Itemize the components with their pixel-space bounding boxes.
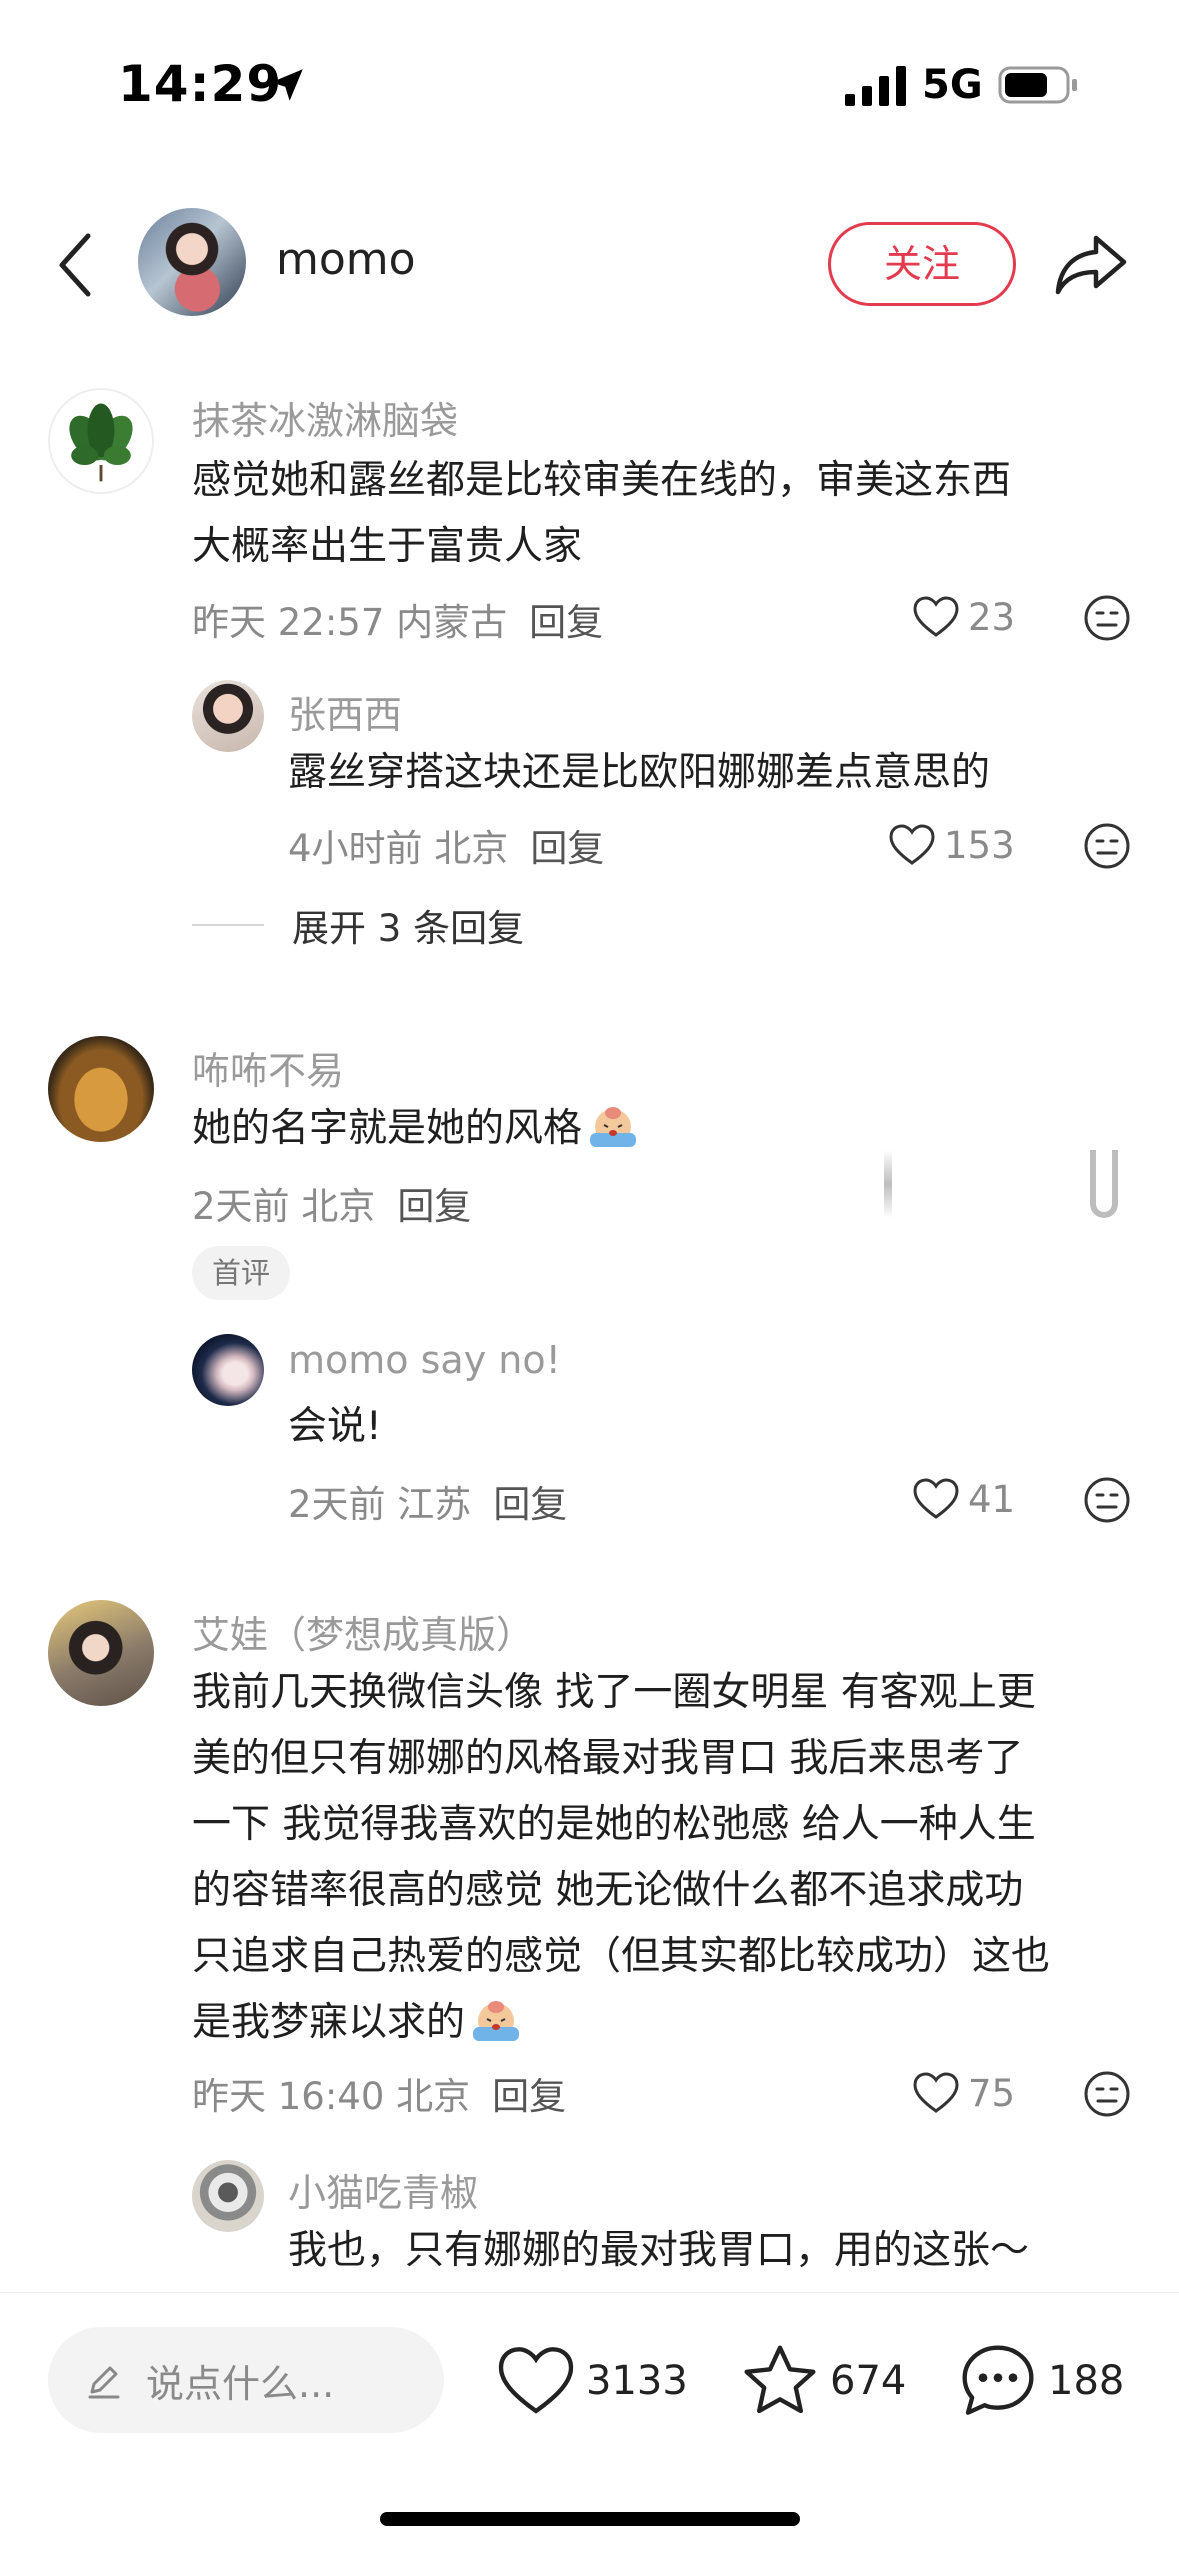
chat-bubble-icon bbox=[962, 2345, 1034, 2415]
comment-avatar[interactable] bbox=[48, 1600, 154, 1706]
post-like-count: 3133 bbox=[586, 2358, 688, 2404]
follow-button[interactable]: 关注 bbox=[828, 222, 1016, 306]
scroll-indicator bbox=[1090, 1150, 1118, 1218]
home-indicator[interactable] bbox=[380, 2512, 800, 2526]
comment-text-line: 的容错率很高的感觉 她无论做什么都不追求成功 bbox=[192, 1868, 1024, 1913]
first-comment-badge: 首评 bbox=[192, 1246, 290, 1300]
crying-emoji-icon bbox=[473, 2001, 520, 2041]
reply-text: 会说! bbox=[288, 1404, 382, 1449]
dislike-face-icon[interactable] bbox=[1083, 594, 1131, 642]
comment-avatar[interactable] bbox=[48, 1036, 154, 1142]
comment-time-location: 2天前 北京 bbox=[192, 1185, 376, 1228]
comment-text-line: 一下 我觉得我喜欢的是她的松弛感 给人一种人生 bbox=[192, 1802, 1036, 1847]
heart-icon bbox=[913, 596, 959, 637]
battery-icon bbox=[998, 66, 1077, 104]
expand-replies-button[interactable]: 展开 3 条回复 bbox=[192, 900, 524, 950]
like-button[interactable]: 75 bbox=[912, 2068, 1015, 2118]
comment-text: 感觉她和露丝都是比较审美在线的，审美这东西 大概率出生于富贵人家 bbox=[192, 448, 1011, 580]
reply-time-location: 4小时前 北京 bbox=[288, 827, 509, 870]
reply-button[interactable]: 回复 bbox=[529, 601, 603, 644]
crying-emoji-icon bbox=[590, 1107, 637, 1147]
reply-username[interactable]: 小猫吃青椒 bbox=[288, 2162, 478, 2217]
reply-button[interactable]: 回复 bbox=[397, 1185, 471, 1228]
post-favorite-count: 674 bbox=[830, 2358, 907, 2404]
comment-text-line: 她的名字就是她的风格 bbox=[192, 1106, 583, 1151]
reply-username[interactable]: 张西西 bbox=[288, 684, 402, 739]
comment-text-line: 大概率出生于富贵人家 bbox=[192, 524, 583, 569]
comment-meta: 昨天 16:40 北京 回复 bbox=[192, 2066, 566, 2120]
reply-avatar[interactable] bbox=[192, 2160, 264, 2232]
star-icon bbox=[744, 2345, 816, 2414]
heart-icon bbox=[913, 1478, 959, 1519]
reply-button[interactable]: 回复 bbox=[493, 1483, 567, 1526]
comment-text-line: 是我梦寐以求的 bbox=[192, 2000, 466, 2045]
network-type: 5G bbox=[922, 62, 983, 108]
reply-avatar[interactable] bbox=[192, 680, 264, 752]
expand-divider bbox=[192, 924, 264, 926]
reply-button[interactable]: 回复 bbox=[530, 827, 604, 870]
author-name[interactable]: momo bbox=[276, 234, 416, 285]
like-count: 153 bbox=[944, 823, 1015, 867]
comment-meta: 2天前 北京 回复 bbox=[192, 1176, 471, 1230]
dislike-face-icon[interactable] bbox=[1083, 2070, 1131, 2118]
share-icon[interactable] bbox=[1054, 230, 1128, 300]
post-comment-button[interactable]: 188 bbox=[958, 2337, 1124, 2425]
post-like-button[interactable]: 3133 bbox=[496, 2337, 688, 2425]
cellular-signal-icon bbox=[845, 66, 906, 106]
scroll-indicator bbox=[884, 1150, 892, 1218]
post-header: momo 关注 bbox=[0, 190, 1179, 340]
reply-avatar[interactable] bbox=[192, 1334, 264, 1406]
like-button[interactable]: 23 bbox=[912, 592, 1015, 642]
comment-username[interactable]: 艾娃（梦想成真版） bbox=[192, 1604, 534, 1659]
pencil-icon bbox=[88, 2366, 120, 2399]
expand-replies-label: 展开 3 条回复 bbox=[292, 907, 525, 950]
heart-icon bbox=[913, 2072, 959, 2113]
post-favorite-button[interactable]: 674 bbox=[740, 2337, 906, 2425]
location-arrow-icon bbox=[271, 69, 303, 101]
leaf-avatar-icon bbox=[69, 403, 133, 482]
comment-input-placeholder: 说点什么... bbox=[146, 2361, 335, 2406]
back-arrow-icon[interactable] bbox=[50, 230, 100, 300]
comment-text: 我前几天换微信头像 找了一圈女明星 有客观上更 美的但只有娜娜的风格最对我胃口 … bbox=[192, 1660, 1050, 2056]
status-time: 14:29 bbox=[118, 55, 283, 113]
comment-avatar[interactable] bbox=[48, 388, 154, 494]
reply-text: 露丝穿搭这块还是比欧阳娜娜差点意思的 bbox=[288, 750, 991, 795]
like-count: 75 bbox=[968, 2071, 1016, 2115]
comment-text-line: 我前几天换微信头像 找了一圈女明星 有客观上更 bbox=[192, 1670, 1036, 1715]
post-comment-count: 188 bbox=[1048, 2358, 1125, 2404]
author-avatar[interactable] bbox=[138, 208, 246, 316]
heart-icon bbox=[498, 2347, 574, 2414]
reply-meta: 2天前 江苏 回复 bbox=[288, 1474, 567, 1528]
comment-text-line: 感觉她和露丝都是比较审美在线的，审美这东西 bbox=[192, 458, 1012, 503]
heart-icon bbox=[889, 824, 935, 865]
reply-username[interactable]: momo say no! bbox=[288, 1338, 561, 1382]
status-bar: 14:29 5G bbox=[0, 0, 1179, 170]
comment-meta: 昨天 22:57 内蒙古 回复 bbox=[192, 592, 603, 646]
comment-text: 她的名字就是她的风格 bbox=[192, 1096, 640, 1162]
like-button[interactable]: 153 bbox=[888, 820, 1015, 870]
dislike-face-icon[interactable] bbox=[1083, 822, 1131, 870]
comment-time-location: 昨天 22:57 内蒙古 bbox=[192, 601, 508, 644]
comment-input[interactable]: 说点什么... bbox=[48, 2327, 444, 2433]
comment-text-line: 美的但只有娜娜的风格最对我胃口 我后来思考了 bbox=[192, 1736, 1024, 1781]
comment-username[interactable]: 抹茶冰激淋脑袋 bbox=[192, 390, 458, 445]
reply-meta: 4小时前 北京 回复 bbox=[288, 818, 604, 872]
like-count: 41 bbox=[968, 1477, 1016, 1521]
reply-button[interactable]: 回复 bbox=[492, 2075, 566, 2118]
dislike-face-icon[interactable] bbox=[1083, 1476, 1131, 1524]
reply-time-location: 2天前 江苏 bbox=[288, 1483, 472, 1526]
comment-username[interactable]: 咘咘不易 bbox=[192, 1040, 344, 1095]
comment-text-line: 只追求自己热爱的感觉（但其实都比较成功）这也 bbox=[192, 1934, 1051, 1979]
like-button[interactable]: 41 bbox=[912, 1474, 1015, 1524]
like-count: 23 bbox=[968, 595, 1016, 639]
reply-text: 我也，只有娜娜的最对我胃口，用的这张～ bbox=[288, 2228, 1030, 2273]
comment-time-location: 昨天 16:40 北京 bbox=[192, 2075, 471, 2118]
